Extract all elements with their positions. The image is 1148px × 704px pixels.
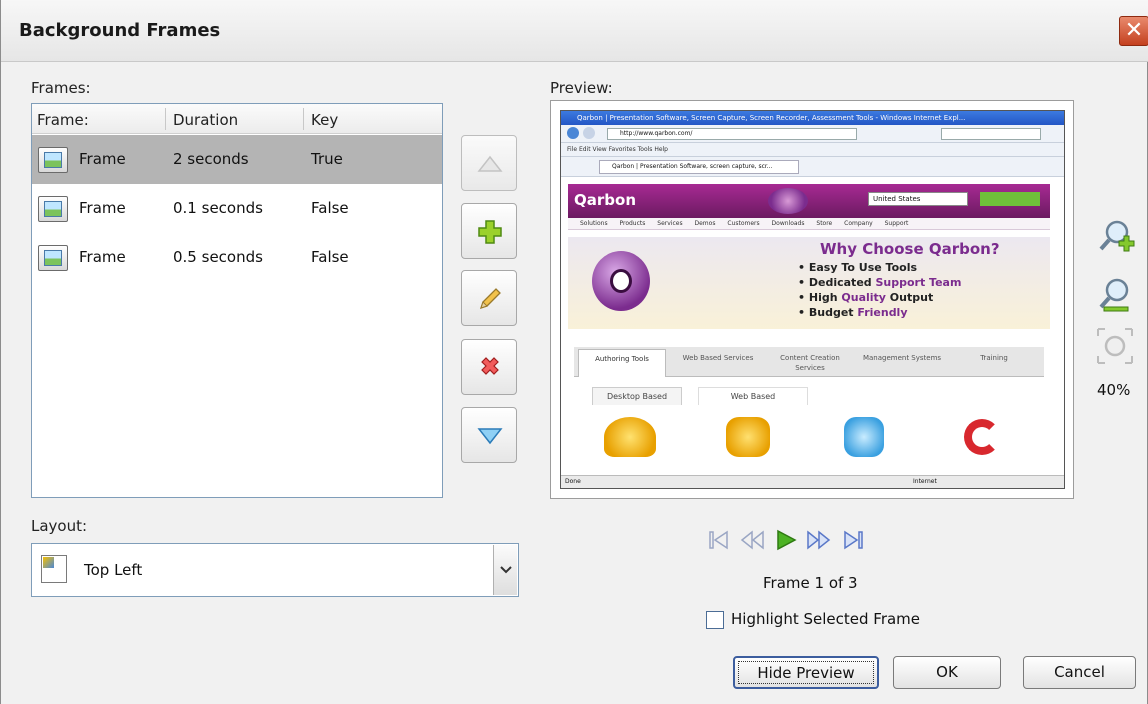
move-down-button[interactable]	[461, 407, 517, 463]
frame-row[interactable]: Frame 0.5 seconds False	[32, 233, 442, 282]
frame-duration: 0.1 seconds	[173, 199, 263, 217]
preview-label: Preview:	[550, 79, 613, 97]
frame-duration: 2 seconds	[173, 150, 249, 168]
frame-row[interactable]: Frame 2 seconds True	[32, 135, 442, 184]
layout-value: Top Left	[84, 561, 143, 579]
zoom-out-icon	[1099, 278, 1129, 312]
play-button[interactable]	[773, 527, 799, 553]
preview-menu-bar: File Edit View Favorites Tools Help	[561, 143, 1064, 157]
layout-select[interactable]: Top Left	[31, 543, 519, 597]
cancel-label: Cancel	[1054, 663, 1105, 681]
preview-subtabs: Desktop Based Web Based	[574, 387, 1044, 469]
frames-list-header: Frame: Duration Key	[32, 104, 442, 134]
close-button[interactable]: ✕	[1119, 16, 1148, 46]
preview-address: http://www.qarbon.com/	[607, 128, 857, 140]
frame-name: Frame	[79, 199, 126, 217]
pencil-icon	[479, 288, 501, 310]
add-frame-button[interactable]	[461, 203, 517, 259]
preview-site-nav: Solutions Products Services Demos Custom…	[568, 218, 1050, 230]
frame-duration: 0.5 seconds	[173, 248, 263, 266]
first-frame-button[interactable]	[706, 527, 732, 553]
frame-key: False	[311, 248, 349, 266]
frame-name: Frame	[79, 150, 126, 168]
frame-name: Frame	[79, 248, 126, 266]
cancel-button[interactable]: Cancel	[1023, 656, 1136, 689]
hide-preview-button[interactable]: Hide Preview	[733, 656, 879, 689]
highlight-selected-frame-checkbox[interactable]	[706, 611, 724, 629]
close-icon: ✕	[1124, 18, 1144, 43]
move-down-icon	[477, 428, 503, 445]
frames-list[interactable]: Frame: Duration Key Frame 2 seconds True…	[31, 103, 443, 498]
next-frame-button[interactable]	[806, 527, 832, 553]
mascot-illustration	[592, 251, 650, 311]
column-separator	[165, 108, 166, 130]
layout-dropdown-button[interactable]	[493, 545, 517, 595]
zoom-fit-icon	[1097, 328, 1133, 364]
edit-frame-button[interactable]	[461, 270, 517, 326]
frame-image-icon	[38, 196, 68, 222]
chevron-down-icon	[500, 566, 512, 574]
dialog-title: Background Frames	[19, 20, 221, 41]
preview-hero-title: Why Choose Qarbon?	[820, 240, 1000, 258]
zoom-level: 40%	[1097, 381, 1131, 399]
preview-address-bar: http://www.qarbon.com/	[561, 125, 1064, 143]
preview-window-title: Qarbon | Presentation Software, Screen C…	[561, 111, 1064, 125]
preview-logo: Qarbon	[574, 191, 636, 209]
preview-hero-list: • Easy To Use Tools • Dedicated Support …	[798, 261, 962, 319]
last-frame-button[interactable]	[840, 527, 866, 553]
preview-tab-bar: Qarbon | Presentation Software, screen c…	[561, 157, 1064, 177]
frame-image-icon	[38, 245, 68, 271]
preview-country: United States	[868, 192, 968, 206]
ok-label: OK	[936, 663, 958, 681]
fast-forward-icon	[807, 530, 831, 550]
zoom-fit-button[interactable]	[1095, 326, 1135, 366]
layout-label: Layout:	[31, 517, 88, 535]
preview-site-header: Qarbon United States	[568, 184, 1050, 218]
preview-pane: Qarbon | Presentation Software, Screen C…	[550, 100, 1074, 499]
frame-key: False	[311, 199, 349, 217]
move-up-icon	[477, 155, 503, 172]
zoom-out-button[interactable]	[1095, 276, 1135, 316]
column-separator	[303, 108, 304, 130]
zoom-in-button[interactable]	[1095, 218, 1135, 258]
column-header-duration[interactable]: Duration	[173, 111, 238, 129]
frame-counter: Frame 1 of 3	[763, 574, 858, 592]
play-icon	[777, 529, 797, 551]
move-up-button[interactable]	[461, 135, 517, 191]
previous-frame-button[interactable]	[739, 527, 765, 553]
background-frames-dialog: Background Frames ✕ Frames: Frame: Durat…	[0, 0, 1148, 704]
top-left-layout-icon	[41, 555, 67, 583]
preview-status-bar: Done Internet	[561, 475, 1064, 488]
frame-image-icon	[38, 147, 68, 173]
delete-icon	[481, 357, 499, 375]
first-frame-icon	[709, 530, 728, 550]
rewind-icon	[740, 530, 764, 550]
preview-hero: Why Choose Qarbon? • Easy To Use Tools •…	[568, 237, 1050, 329]
preview-tab: Qarbon | Presentation Software, screen c…	[599, 160, 799, 174]
zoom-in-icon	[1099, 220, 1135, 252]
title-bar: Background Frames ✕	[1, 0, 1148, 62]
ok-button[interactable]: OK	[893, 656, 1001, 689]
frame-row[interactable]: Frame 0.1 seconds False	[32, 184, 442, 233]
column-header-frame[interactable]: Frame:	[37, 111, 89, 129]
frames-label: Frames:	[31, 79, 91, 97]
column-header-key[interactable]: Key	[311, 111, 338, 129]
preview-screenshot: Qarbon | Presentation Software, Screen C…	[560, 110, 1065, 489]
last-frame-icon	[844, 530, 863, 550]
delete-frame-button[interactable]	[461, 339, 517, 395]
preview-tabs: Authoring Tools Web Based Services Conte…	[574, 347, 1044, 377]
highlight-selected-frame-label[interactable]: Highlight Selected Frame	[731, 610, 920, 628]
frame-key: True	[311, 150, 343, 168]
add-icon	[478, 220, 502, 244]
